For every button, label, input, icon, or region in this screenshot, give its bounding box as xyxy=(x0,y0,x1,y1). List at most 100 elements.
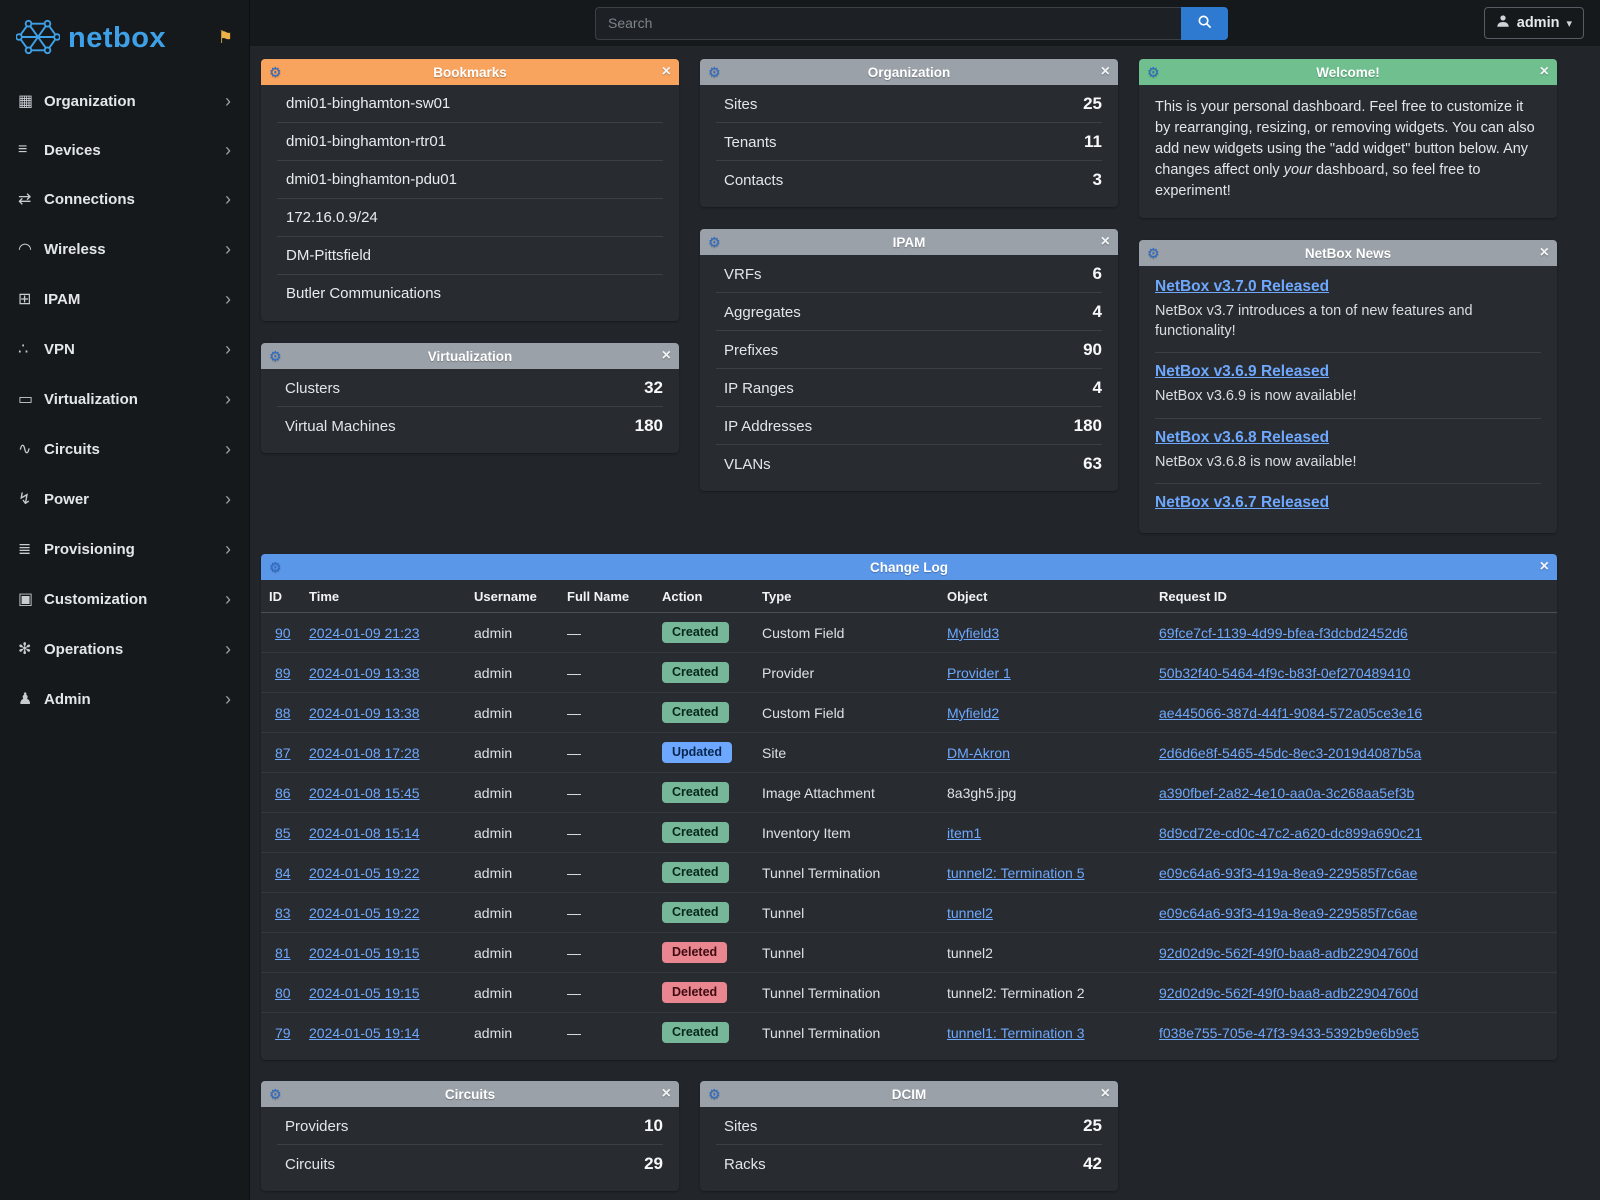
changelog-id-link[interactable]: 86 xyxy=(275,785,291,801)
changelog-time-link[interactable]: 2024-01-05 19:22 xyxy=(309,905,420,921)
stat-value-link[interactable]: 6 xyxy=(1093,264,1102,284)
gear-icon[interactable]: ⚙ xyxy=(708,234,728,251)
gear-icon[interactable]: ⚙ xyxy=(1147,245,1167,262)
search-input[interactable] xyxy=(595,7,1181,40)
gear-icon[interactable]: ⚙ xyxy=(269,64,289,81)
close-icon[interactable]: × xyxy=(651,65,671,79)
changelog-request-id-link[interactable]: f038e755-705e-47f3-9433-5392b9e6b9e5 xyxy=(1159,1025,1419,1041)
changelog-object-link[interactable]: Myfield3 xyxy=(947,625,999,641)
changelog-object-link[interactable]: tunnel2 xyxy=(947,905,993,921)
stat-value-link[interactable]: 180 xyxy=(635,416,663,436)
news-link[interactable]: NetBox v3.6.9 Released xyxy=(1155,363,1541,381)
close-icon[interactable]: × xyxy=(1529,65,1549,79)
sidebar-item[interactable]: ⇄ Connections › xyxy=(0,174,249,224)
stat-value-link[interactable]: 25 xyxy=(1083,94,1102,114)
bookmark-link[interactable]: dmi01-binghamton-sw01 xyxy=(277,85,663,123)
changelog-id-link[interactable]: 79 xyxy=(275,1025,291,1041)
sidebar-pin-icon[interactable]: ⚑ xyxy=(218,28,233,48)
bookmark-link[interactable]: Butler Communications xyxy=(277,275,663,312)
news-link[interactable]: NetBox v3.7.0 Released xyxy=(1155,278,1541,296)
changelog-object-link[interactable]: tunnel2 xyxy=(947,945,993,961)
changelog-id-link[interactable]: 90 xyxy=(275,625,291,641)
close-icon[interactable]: × xyxy=(1090,1087,1110,1101)
news-link[interactable]: NetBox v3.6.7 Released xyxy=(1155,494,1541,512)
stat-value-link[interactable]: 29 xyxy=(644,1154,663,1174)
gear-icon[interactable]: ⚙ xyxy=(1147,64,1167,81)
changelog-time-link[interactable]: 2024-01-05 19:14 xyxy=(309,1025,420,1041)
stat-value-link[interactable]: 4 xyxy=(1093,378,1102,398)
changelog-request-id-link[interactable]: e09c64a6-93f3-419a-8ea9-229585f7c6ae xyxy=(1159,905,1417,921)
sidebar-item[interactable]: ↯ Power › xyxy=(0,474,249,524)
changelog-object-link[interactable]: item1 xyxy=(947,825,981,841)
changelog-object-link[interactable]: tunnel1: Termination 3 xyxy=(947,1025,1085,1041)
gear-icon[interactable]: ⚙ xyxy=(269,348,289,365)
netbox-logo-icon[interactable] xyxy=(16,18,60,59)
stat-value-link[interactable]: 11 xyxy=(1084,132,1102,152)
sidebar-item[interactable]: ∿ Circuits › xyxy=(0,424,249,474)
bookmark-link[interactable]: dmi01-binghamton-pdu01 xyxy=(277,161,663,199)
changelog-time-link[interactable]: 2024-01-05 19:15 xyxy=(309,985,420,1001)
changelog-request-id-link[interactable]: 8d9cd72e-cd0c-47c2-a620-dc899a690c21 xyxy=(1159,825,1422,841)
sidebar-item[interactable]: ▣ Customization › xyxy=(0,574,249,624)
close-icon[interactable]: × xyxy=(1090,235,1110,249)
changelog-time-link[interactable]: 2024-01-08 15:14 xyxy=(309,825,420,841)
changelog-request-id-link[interactable]: ae445066-387d-44f1-9084-572a05ce3e16 xyxy=(1159,705,1422,721)
changelog-request-id-link[interactable]: a390fbef-2a82-4e10-aa0a-3c268aa5ef3b xyxy=(1159,785,1414,801)
sidebar-item[interactable]: ⊞ IPAM › xyxy=(0,274,249,324)
sidebar-item[interactable]: ▭ Virtualization › xyxy=(0,374,249,424)
close-icon[interactable]: × xyxy=(1090,65,1110,79)
changelog-object-link[interactable]: Myfield2 xyxy=(947,705,999,721)
sidebar-item[interactable]: ≡ Devices › xyxy=(0,126,249,174)
gear-icon[interactable]: ⚙ xyxy=(708,64,728,81)
bookmark-link[interactable]: dmi01-binghamton-rtr01 xyxy=(277,123,663,161)
changelog-time-link[interactable]: 2024-01-08 15:45 xyxy=(309,785,420,801)
changelog-request-id-link[interactable]: 50b32f40-5464-4f9c-b83f-0ef270489410 xyxy=(1159,665,1410,681)
changelog-time-link[interactable]: 2024-01-08 17:28 xyxy=(309,745,420,761)
stat-value-link[interactable]: 42 xyxy=(1083,1154,1102,1174)
changelog-id-link[interactable]: 88 xyxy=(275,705,291,721)
changelog-id-link[interactable]: 84 xyxy=(275,865,291,881)
changelog-time-link[interactable]: 2024-01-09 13:38 xyxy=(309,665,420,681)
stat-value-link[interactable]: 25 xyxy=(1083,1116,1102,1136)
changelog-object-link[interactable]: tunnel2: Termination 2 xyxy=(947,985,1085,1001)
stat-value-link[interactable]: 63 xyxy=(1083,454,1102,474)
sidebar-item[interactable]: ∴ VPN › xyxy=(0,324,249,374)
changelog-time-link[interactable]: 2024-01-05 19:15 xyxy=(309,945,420,961)
search-button[interactable] xyxy=(1181,7,1228,40)
bookmark-link[interactable]: DM-Pittsfield xyxy=(277,237,663,275)
gear-icon[interactable]: ⚙ xyxy=(708,1086,728,1103)
sidebar-item[interactable]: ✻ Operations › xyxy=(0,624,249,674)
changelog-time-link[interactable]: 2024-01-05 19:22 xyxy=(309,865,420,881)
stat-value-link[interactable]: 4 xyxy=(1093,302,1102,322)
sidebar-item[interactable]: ♟ Admin › xyxy=(0,674,249,724)
stat-value-link[interactable]: 3 xyxy=(1093,170,1102,190)
changelog-request-id-link[interactable]: 2d6d6e8f-5465-45dc-8ec3-2019d4087b5a xyxy=(1159,745,1421,761)
changelog-id-link[interactable]: 85 xyxy=(275,825,291,841)
close-icon[interactable]: × xyxy=(1529,246,1549,260)
sidebar-item[interactable]: ≣ Provisioning › xyxy=(0,524,249,574)
close-icon[interactable]: × xyxy=(651,349,671,363)
sidebar-item[interactable]: ◠ Wireless › xyxy=(0,224,249,274)
changelog-id-link[interactable]: 80 xyxy=(275,985,291,1001)
close-icon[interactable]: × xyxy=(651,1087,671,1101)
gear-icon[interactable]: ⚙ xyxy=(269,559,289,576)
stat-value-link[interactable]: 180 xyxy=(1074,416,1102,436)
changelog-request-id-link[interactable]: 92d02d9c-562f-49f0-baa8-adb22904760d xyxy=(1159,945,1418,961)
changelog-time-link[interactable]: 2024-01-09 13:38 xyxy=(309,705,420,721)
bookmark-link[interactable]: 172.16.0.9/24 xyxy=(277,199,663,237)
changelog-time-link[interactable]: 2024-01-09 21:23 xyxy=(309,625,420,641)
changelog-object-link[interactable]: Provider 1 xyxy=(947,665,1011,681)
changelog-request-id-link[interactable]: e09c64a6-93f3-419a-8ea9-229585f7c6ae xyxy=(1159,865,1417,881)
user-menu-button[interactable]: admin ▾ xyxy=(1484,7,1584,39)
changelog-id-link[interactable]: 87 xyxy=(275,745,291,761)
stat-value-link[interactable]: 90 xyxy=(1083,340,1102,360)
sidebar-item[interactable]: ▦ Organization › xyxy=(0,76,249,126)
gear-icon[interactable]: ⚙ xyxy=(269,1086,289,1103)
changelog-object-link[interactable]: DM-Akron xyxy=(947,745,1010,761)
close-icon[interactable]: × xyxy=(1529,560,1549,574)
changelog-request-id-link[interactable]: 69fce7cf-1139-4d99-bfea-f3dcbd2452d6 xyxy=(1159,625,1408,641)
changelog-id-link[interactable]: 83 xyxy=(275,905,291,921)
changelog-object-link[interactable]: 8a3gh5.jpg xyxy=(947,785,1016,801)
stat-value-link[interactable]: 10 xyxy=(644,1116,663,1136)
changelog-request-id-link[interactable]: 92d02d9c-562f-49f0-baa8-adb22904760d xyxy=(1159,985,1418,1001)
